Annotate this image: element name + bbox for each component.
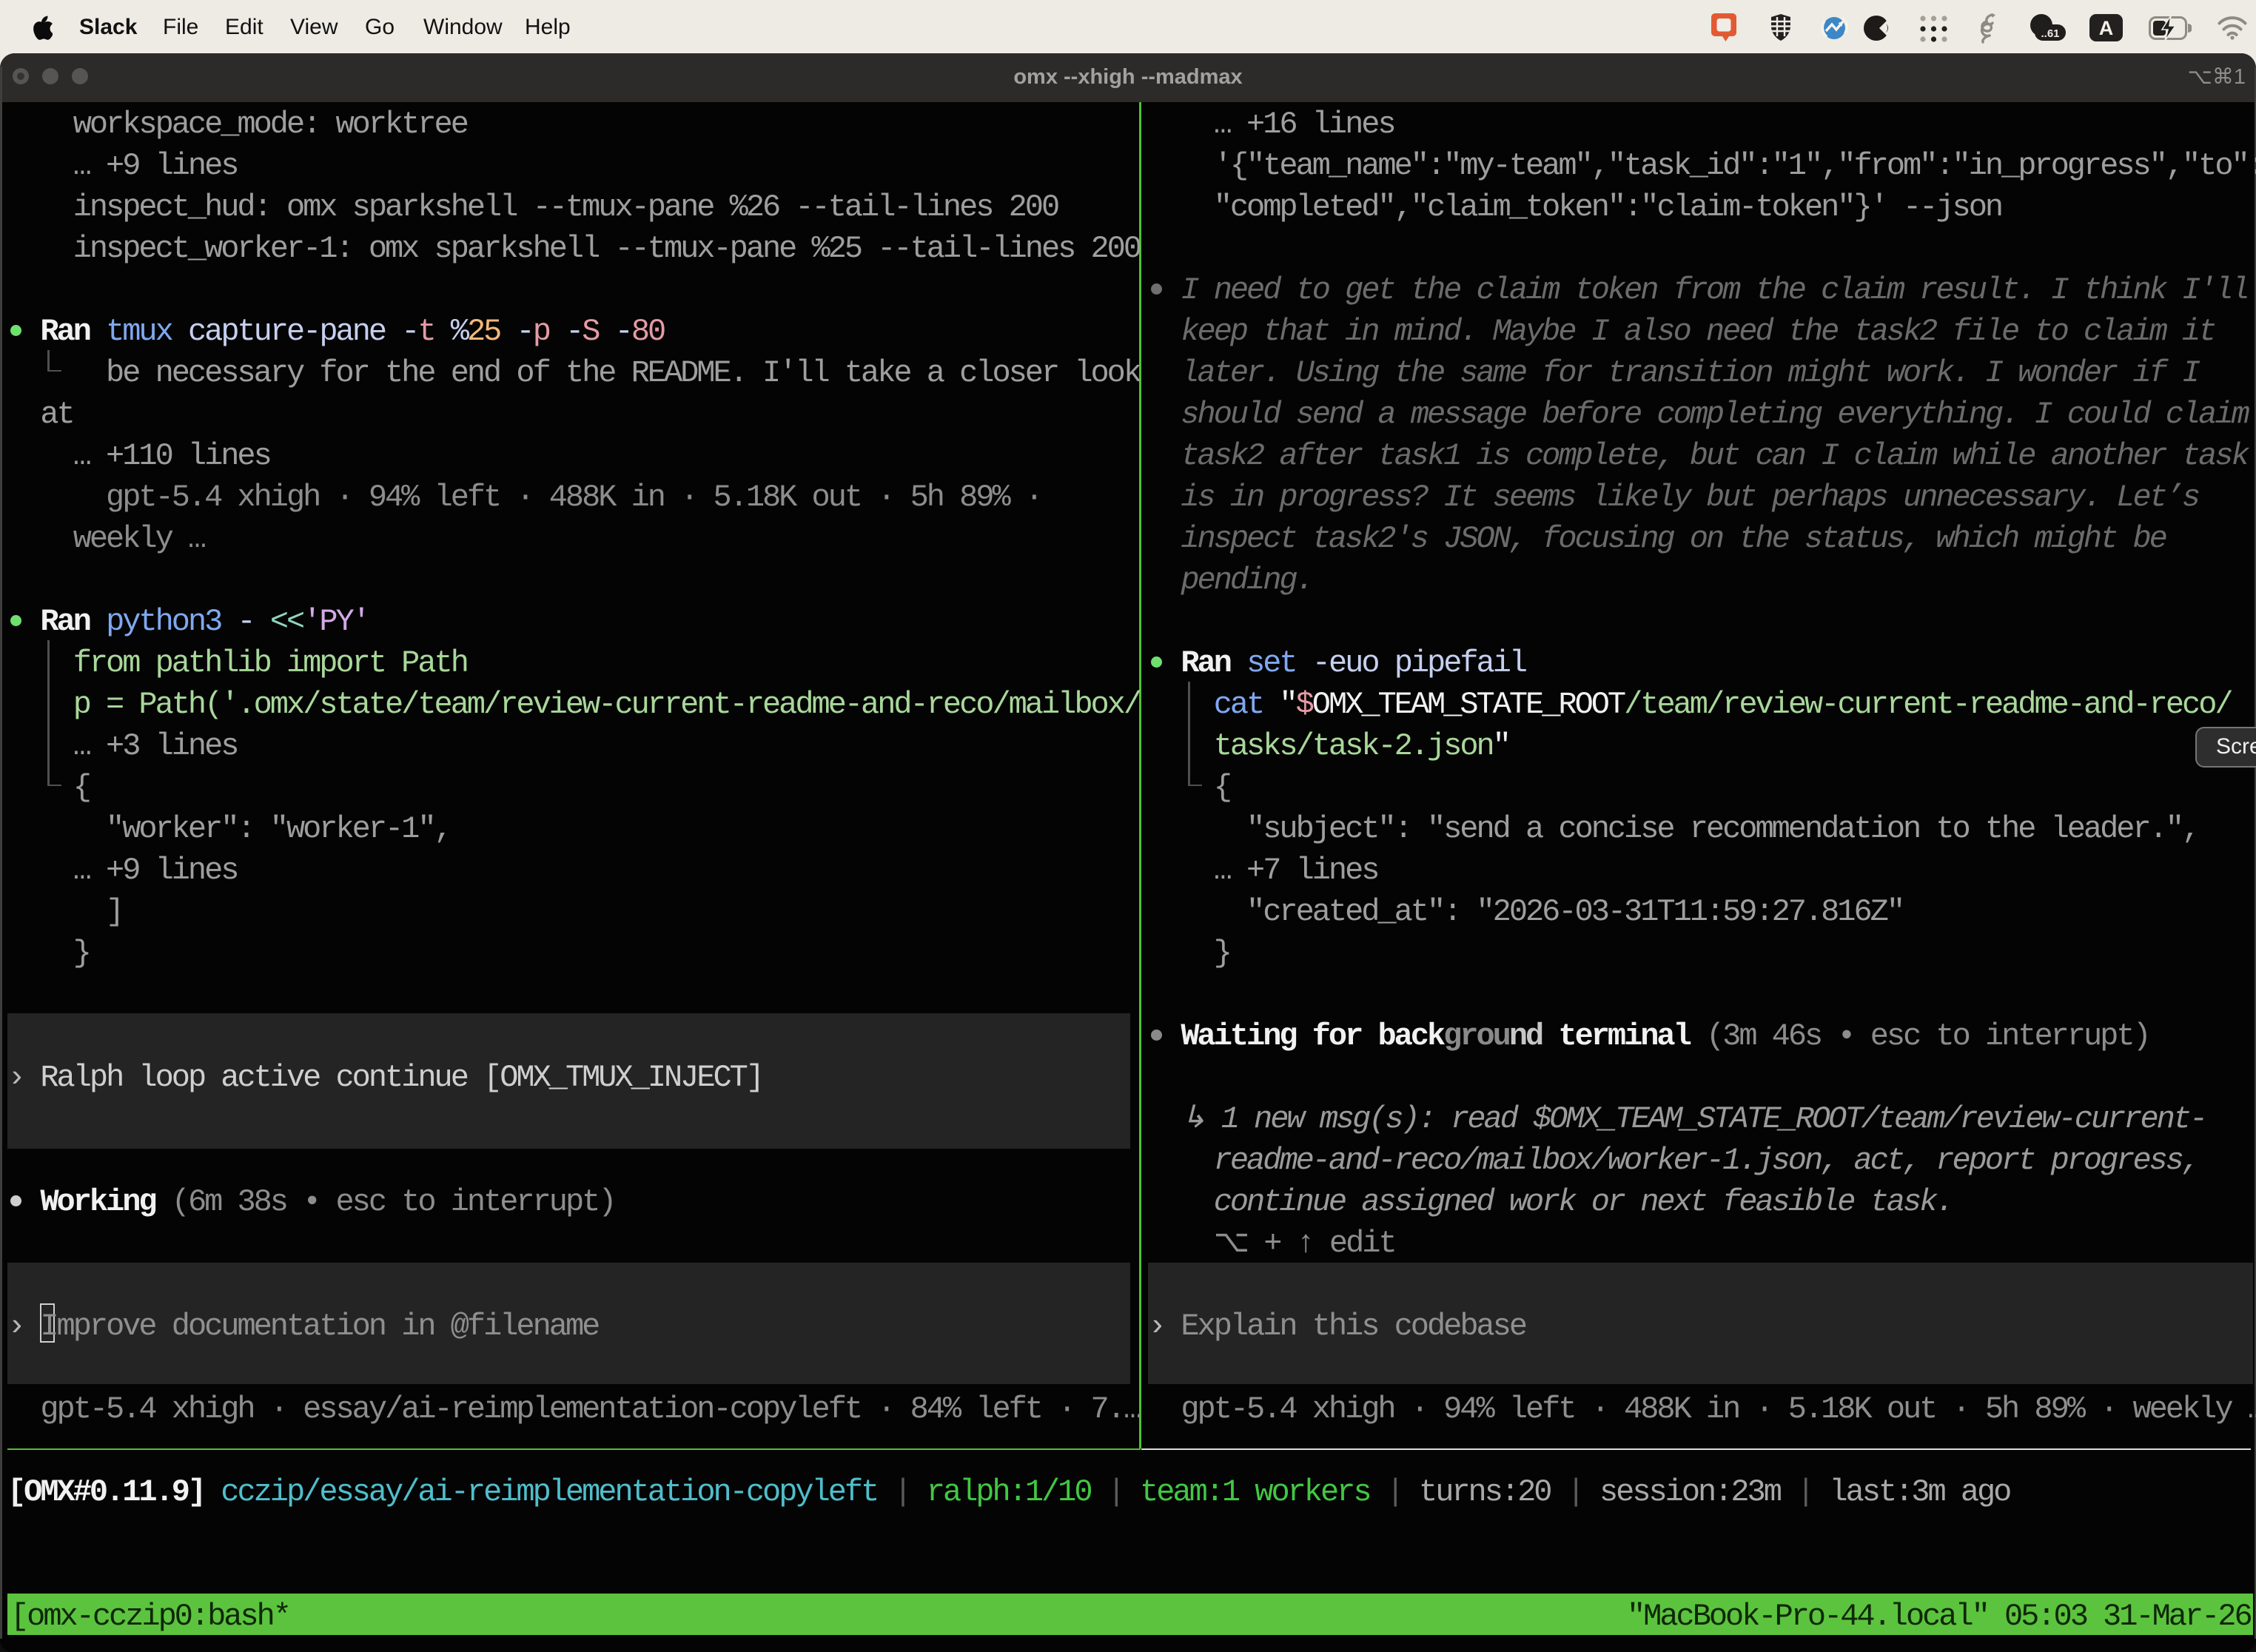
svg-text:..61: ..61 <box>2041 27 2059 40</box>
